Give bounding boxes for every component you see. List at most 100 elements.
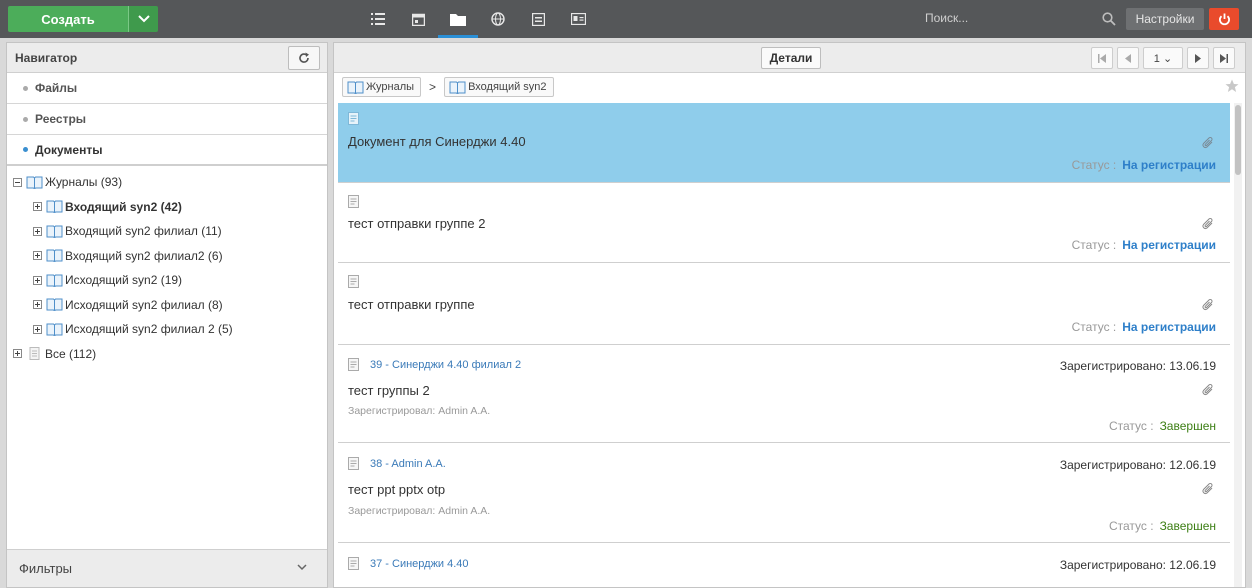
breadcrumb-item-incoming[interactable]: Входящий syn2 [444, 77, 554, 97]
book-icon [46, 298, 63, 312]
bullet-icon [23, 116, 28, 122]
chevron-right-icon: > [429, 80, 437, 94]
status-label: Статус : [1071, 158, 1117, 172]
registration-number[interactable]: 37 - Синерджи 4.40 [370, 558, 469, 570]
paperclip-icon[interactable] [1202, 384, 1214, 397]
registration-date: Зарегистрировано: 12.06.19 [1059, 458, 1216, 472]
list-item[interactable]: тест отправки группе 2 Статус : На регист… [338, 183, 1230, 263]
status-value: На регистрации [1122, 238, 1216, 252]
paperclip-icon[interactable] [1202, 299, 1214, 312]
registration-number[interactable]: 38 - Admin A.A. [370, 458, 446, 470]
tree-label: Журналы (93) [45, 175, 123, 190]
status-label: Статус : [1071, 238, 1117, 252]
expand-icon[interactable] [13, 349, 22, 359]
paperclip-icon[interactable] [1202, 137, 1214, 150]
expand-icon[interactable] [33, 226, 42, 236]
document-list: Документ для Синерджи 4.40 Статус : На ре… [338, 103, 1230, 587]
tree-node-incoming-syn2[interactable]: Входящий syn2 (42) [7, 195, 327, 220]
calendar-tab[interactable] [398, 0, 438, 38]
tree-node-incoming-syn2-branch[interactable]: Входящий syn2 филиал (11) [7, 219, 327, 244]
chevron-down-icon [137, 15, 150, 23]
status-value: Завершен [1159, 419, 1216, 433]
registration-number[interactable]: 39 - Синерджи 4.40 филиал 2 [370, 359, 521, 371]
expand-icon[interactable] [33, 202, 42, 212]
logout-button[interactable] [1209, 8, 1239, 30]
chevron-down-icon [297, 564, 307, 571]
first-page-icon [1098, 53, 1106, 63]
tree-node-incoming-syn2-branch2[interactable]: Входящий syn2 филиал2 (6) [7, 244, 327, 269]
paperclip-icon[interactable] [1202, 218, 1214, 231]
refresh-button[interactable] [288, 46, 320, 70]
create-dropdown-button[interactable] [128, 6, 158, 32]
expand-icon[interactable] [33, 324, 42, 334]
documents-toolbar: Детали 1 ⌄ [334, 43, 1245, 73]
tree-label: Исходящий syn2 филиал (8) [65, 297, 223, 312]
prev-page-button[interactable] [1117, 47, 1139, 69]
documents-tab[interactable] [438, 0, 478, 38]
section-registries[interactable]: Реестры [7, 104, 327, 135]
search-input[interactable]: Поиск... [925, 11, 968, 25]
scrollbar[interactable] [1234, 103, 1242, 587]
search-icon[interactable] [1102, 12, 1116, 26]
tree-node-outgoing-syn2-branch[interactable]: Исходящий syn2 филиал (8) [7, 293, 327, 318]
tree-label: Все (112) [45, 346, 97, 361]
list-item[interactable]: 38 - Admin A.A. Зарегистрировано: 12.06.… [338, 443, 1230, 543]
module-nav [358, 0, 598, 38]
registered-by: Зарегистрировал: Admin A.A. [348, 405, 491, 417]
list-icon [371, 13, 385, 25]
documents-panel: Детали 1 ⌄ Журналы > Входящий syn2 Докум… [333, 42, 1246, 588]
create-button-group: Создать [8, 6, 158, 32]
settings-button[interactable]: Настройки [1126, 8, 1204, 30]
list-item[interactable]: Документ для Синерджи 4.40 Статус : На ре… [338, 103, 1230, 183]
bullet-icon [23, 147, 28, 152]
status-value: Завершен [1159, 519, 1216, 533]
tree-node-all[interactable]: Все (112) [7, 342, 327, 367]
tree-label: Входящий syn2 филиал2 (6) [65, 248, 223, 263]
collapse-icon[interactable] [13, 177, 22, 187]
expand-icon[interactable] [33, 300, 42, 310]
status-label: Статус : [1108, 519, 1154, 533]
scrollbar-thumb[interactable] [1235, 105, 1241, 175]
document-title: Документ для Синерджи 4.40 [348, 134, 526, 149]
tree-node-outgoing-syn2-branch-2[interactable]: Исходящий syn2 филиал 2 (5) [7, 317, 327, 342]
expand-icon[interactable] [33, 251, 42, 261]
section-files[interactable]: Файлы [7, 73, 327, 104]
expand-icon[interactable] [33, 275, 42, 285]
status-badge: Статус : Завершен [1109, 419, 1216, 433]
registration-date: Зарегистрировано: 12.06.19 [1059, 558, 1216, 572]
details-button[interactable]: Детали [761, 47, 821, 69]
tree-node-journals[interactable]: Журналы (93) [7, 170, 327, 195]
filters-label: Фильтры [19, 561, 73, 576]
book-icon [46, 225, 63, 238]
book-icon [449, 81, 466, 94]
breadcrumb-item-journals[interactable]: Журналы [342, 77, 422, 97]
last-page-button[interactable] [1213, 47, 1235, 69]
list-item[interactable]: тест отправки группе Статус : На регистра… [338, 263, 1230, 345]
document-icon [348, 358, 359, 371]
list-item[interactable]: 37 - Синерджи 4.40 Зарегистрировано: 12.… [338, 543, 1230, 587]
list-item[interactable]: 39 - Синерджи 4.40 филиал 2 Зарегистриро… [338, 345, 1230, 443]
document-icon [348, 275, 359, 288]
section-documents[interactable]: Документы [7, 135, 327, 166]
power-icon [1218, 13, 1230, 25]
next-page-button[interactable] [1187, 47, 1209, 69]
contacts-tab[interactable] [558, 0, 598, 38]
tree-node-outgoing-syn2[interactable]: Исходящий syn2 (19) [7, 268, 327, 293]
first-page-button[interactable] [1091, 47, 1113, 69]
top-bar: Создать Поиск... Настройки [0, 0, 1252, 38]
list-view-tab[interactable] [358, 0, 398, 38]
document-icon [348, 557, 359, 570]
star-icon[interactable] [1225, 79, 1239, 93]
portal-tab[interactable] [478, 0, 518, 38]
registered-by: Зарегистрировал: Admin A.A. [348, 505, 491, 517]
section-label: Реестры [35, 112, 87, 126]
status-badge: Статус : Завершен [1109, 519, 1216, 533]
navigator-panel: Навигатор Файлы Реестры Документы Журнал… [6, 42, 328, 588]
document-icon [531, 12, 545, 26]
page-select[interactable]: 1 ⌄ [1143, 47, 1183, 69]
filters-panel-toggle[interactable]: Фильтры [7, 549, 327, 587]
create-button[interactable]: Создать [8, 6, 128, 32]
book-icon [46, 249, 63, 263]
paperclip-icon[interactable] [1202, 483, 1214, 496]
registry-tab[interactable] [518, 0, 558, 38]
